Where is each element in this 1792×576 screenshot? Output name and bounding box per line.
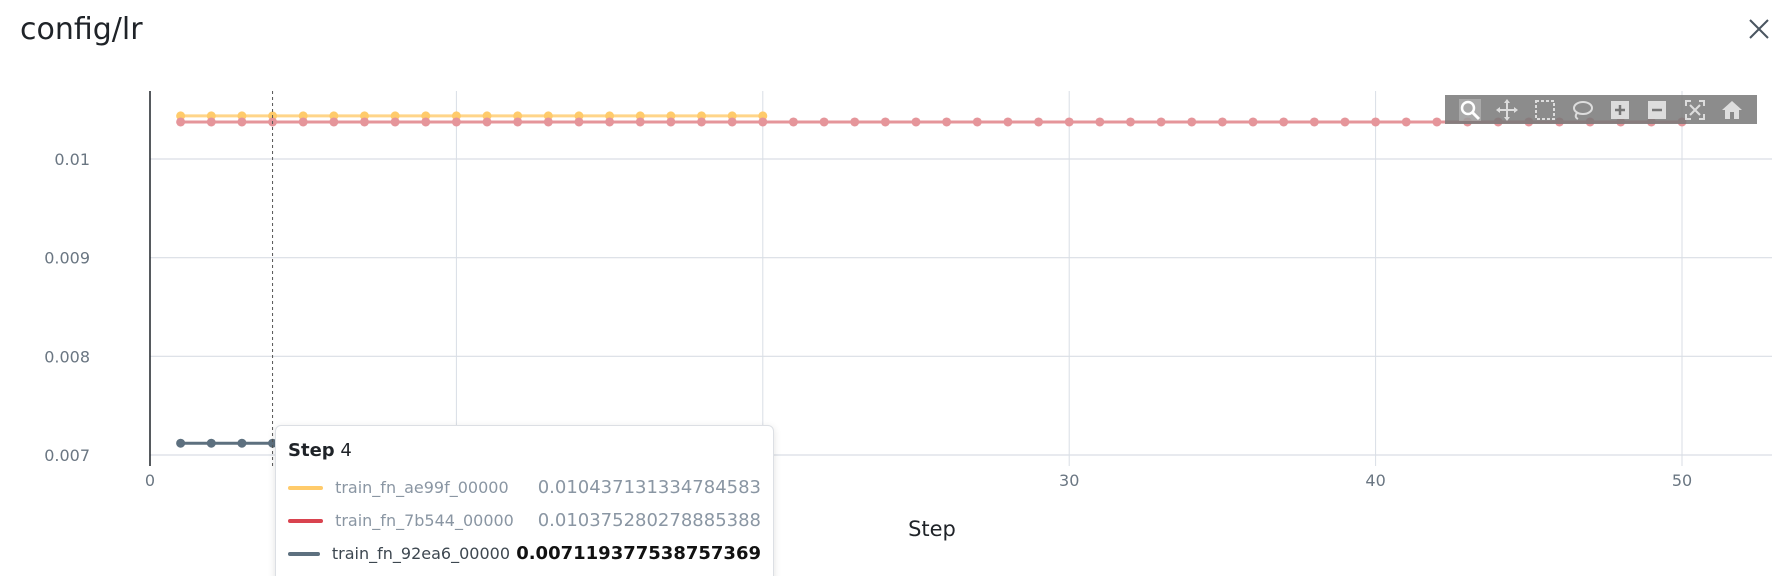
x-tick-label: 40	[1365, 471, 1385, 490]
tooltip-header: Step 4	[288, 440, 761, 461]
data-point	[329, 117, 339, 127]
zoom-tool[interactable]	[1457, 97, 1483, 123]
x-tick-label: 30	[1059, 471, 1079, 490]
data-point	[206, 438, 216, 448]
data-point	[298, 117, 308, 127]
series-train_fn_92ea6_00000	[176, 438, 278, 448]
tooltip-series-value: 0.010437131334784583	[537, 477, 761, 498]
autoscale-icon	[1684, 99, 1705, 120]
data-point	[237, 438, 247, 448]
x-axis-label: Step	[908, 517, 956, 541]
box-select-icon	[1534, 99, 1555, 120]
data-point	[605, 117, 615, 127]
data-point	[788, 117, 798, 127]
data-point	[1340, 117, 1350, 127]
data-point	[1156, 117, 1166, 127]
data-point	[206, 117, 216, 127]
data-point	[635, 117, 645, 127]
data-point	[1248, 117, 1258, 127]
data-point	[1034, 117, 1044, 127]
y-tick-label: 0.008	[44, 347, 90, 366]
reset-home-icon	[1722, 100, 1743, 119]
chart-panel: config/lr 0 30 40 50 0.007 0.008 0.009 0.01 Ste…	[0, 0, 1792, 576]
zoom-in-icon	[1610, 100, 1629, 119]
data-point	[697, 117, 707, 127]
tooltip-row: train_fn_7b544_00000 0.01037528027888538…	[288, 504, 761, 537]
data-point	[1371, 117, 1381, 127]
data-point	[1187, 117, 1197, 127]
chart-toolbar	[1445, 95, 1757, 124]
series-color-swatch	[288, 518, 324, 523]
line-chart[interactable]: 0 30 40 50 0.007 0.008 0.009 0.01 Step	[0, 0, 1792, 576]
data-point	[727, 117, 737, 127]
grid	[150, 91, 1772, 466]
tooltip-series-value: 0.010375280278885388	[537, 510, 761, 531]
data-point	[1401, 117, 1411, 127]
data-point	[1125, 117, 1135, 127]
pan-icon	[1496, 98, 1519, 121]
data-point	[911, 117, 921, 127]
reset-home-tool[interactable]	[1719, 97, 1745, 123]
data-point	[176, 117, 186, 127]
tooltip-series-name: train_fn_ae99f_00000	[335, 478, 509, 497]
data-point	[359, 117, 369, 127]
data-point	[421, 117, 431, 127]
data-point	[819, 117, 829, 127]
data-point	[942, 117, 952, 127]
tooltip-row-active: train_fn_92ea6_00000 0.00711937753875736…	[288, 537, 761, 570]
data-point	[1064, 117, 1074, 127]
lasso-icon	[1573, 100, 1594, 120]
tooltip-series-name: train_fn_92ea6_00000	[331, 544, 510, 563]
data-point	[850, 117, 860, 127]
tooltip-series-name: train_fn_7b544_00000	[335, 511, 514, 530]
y-tick-label: 0.01	[54, 150, 90, 169]
zoom-out-icon	[1648, 100, 1667, 119]
data-point	[1432, 117, 1442, 127]
hover-tooltip: Step 4 train_fn_ae99f_00000 0.0104371313…	[275, 425, 774, 576]
zoom-icon	[1458, 98, 1481, 121]
lasso-tool[interactable]	[1569, 97, 1595, 123]
data-point	[543, 117, 553, 127]
data-point	[176, 438, 186, 448]
data-point	[574, 117, 584, 127]
zoom-in-tool[interactable]	[1607, 97, 1633, 123]
x-tick-label: 50	[1672, 471, 1692, 490]
data-point	[482, 117, 492, 127]
series-train_fn_ae99f_00000	[176, 111, 768, 121]
data-point	[513, 117, 523, 127]
data-point	[390, 117, 400, 127]
data-point	[666, 117, 676, 127]
tooltip-step-value: 4	[340, 440, 352, 461]
pan-tool[interactable]	[1494, 97, 1520, 123]
data-point	[237, 117, 247, 127]
series-color-swatch	[288, 551, 320, 556]
box-select-tool[interactable]	[1532, 97, 1558, 123]
y-tick-label: 0.009	[44, 249, 90, 268]
series-layer	[176, 111, 1687, 448]
data-point	[451, 117, 461, 127]
y-tick-label: 0.007	[44, 446, 90, 465]
autoscale-tool[interactable]	[1682, 97, 1708, 123]
data-point	[1095, 117, 1105, 127]
data-point	[1309, 117, 1319, 127]
tooltip-row: train_fn_ae99f_00000 0.01043713133478458…	[288, 471, 761, 504]
data-point	[972, 117, 982, 127]
data-point	[1217, 117, 1227, 127]
data-point	[1279, 117, 1289, 127]
tooltip-series-value: 0.007119377538757369	[516, 543, 761, 564]
zoom-out-tool[interactable]	[1644, 97, 1670, 123]
data-point	[758, 117, 768, 127]
data-point	[880, 117, 890, 127]
data-point	[1003, 117, 1013, 127]
x-tick-label: 0	[145, 471, 155, 490]
series-color-swatch	[288, 485, 324, 490]
tooltip-step-label: Step	[288, 440, 335, 461]
